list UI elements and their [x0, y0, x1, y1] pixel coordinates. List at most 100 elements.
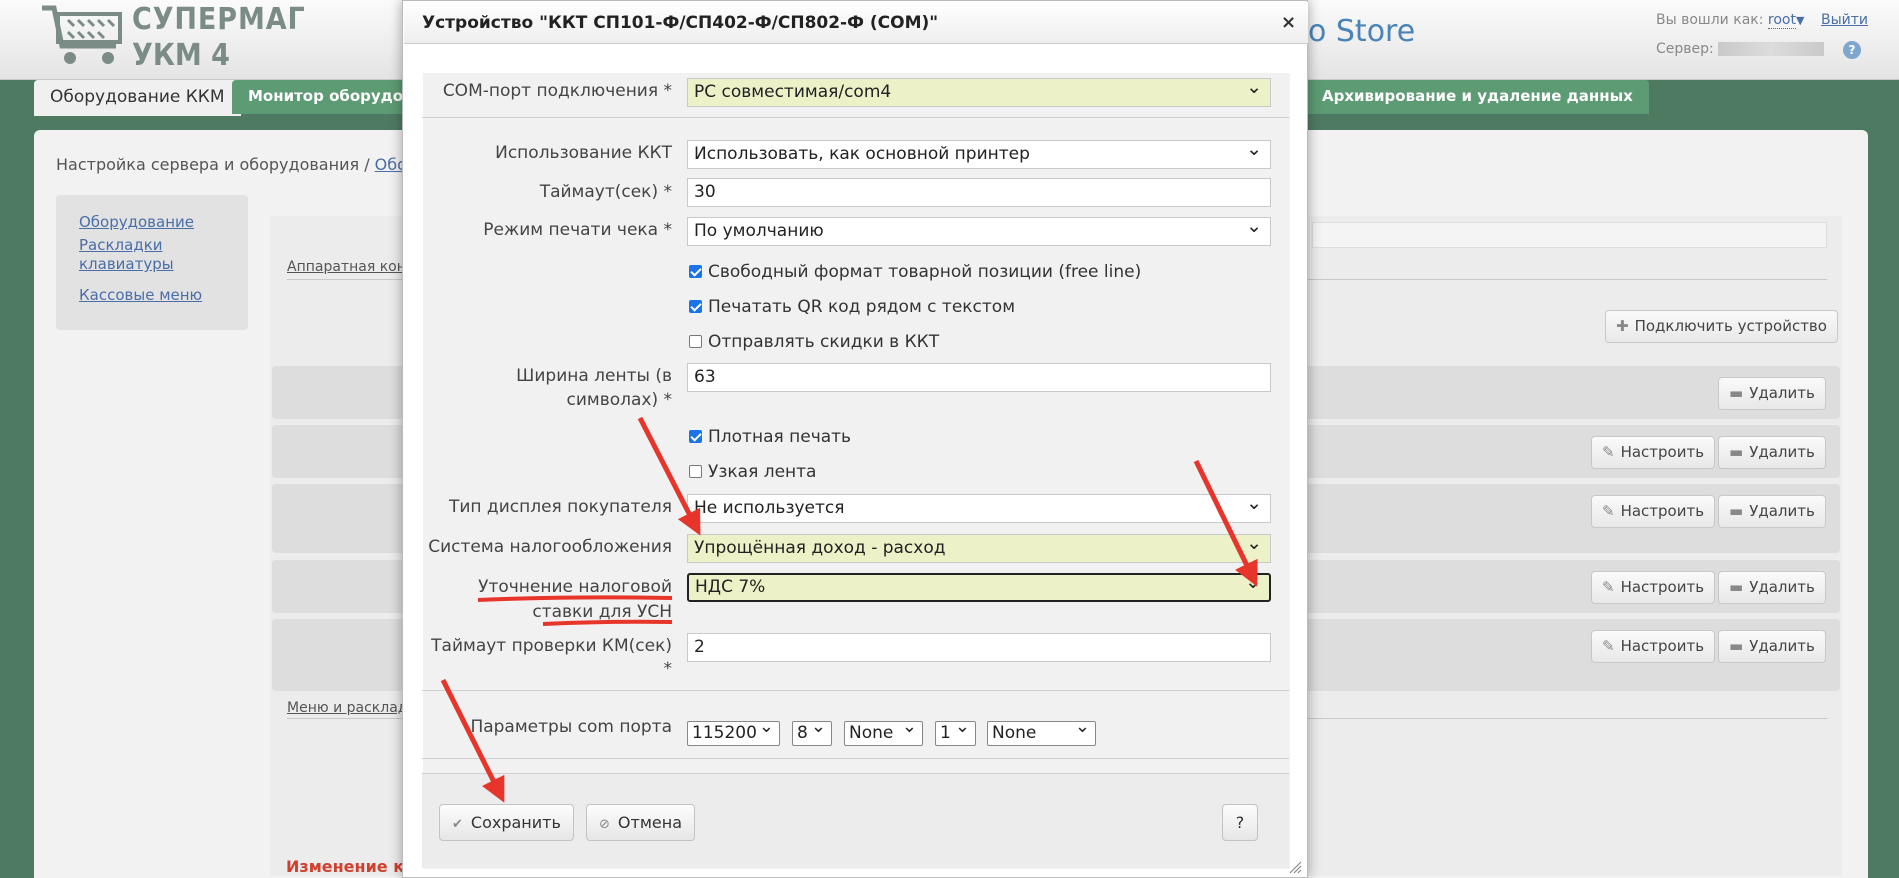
narrow-tape-label: Узкая лента: [708, 462, 817, 482]
tab-archive[interactable]: Архивирование и удаление данных: [1306, 80, 1649, 114]
km-timeout-input[interactable]: 2: [687, 633, 1271, 662]
section-hardware-config[interactable]: Аппаратная конф: [287, 259, 418, 275]
check-icon[interactable]: [689, 265, 702, 278]
delete-label: Удалить: [1749, 578, 1815, 596]
delete-button[interactable]: ▬ Удалить: [1718, 436, 1826, 469]
com-port-select[interactable]: PC совместимая/com4: [687, 74, 1271, 107]
cart-logo-icon: [42, 5, 122, 64]
tape-width-input[interactable]: 63: [687, 363, 1271, 392]
resize-grip-icon[interactable]: [1288, 860, 1302, 874]
pencil-icon: ✎: [1602, 578, 1615, 596]
configure-button[interactable]: ✎ Настроить: [1591, 571, 1716, 604]
side-menu-equipment[interactable]: Оборудование: [79, 213, 248, 232]
display-type-label: Тип дисплея покупателя: [448, 497, 672, 517]
form-labels: COM-порт подключения * Использование ККТ…: [420, 0, 672, 878]
check-icon[interactable]: [689, 430, 702, 443]
tab-kkm-equipment[interactable]: Оборудование ККМ: [34, 80, 241, 116]
timeout-label: Таймаут(сек) *: [539, 182, 672, 202]
usage-label: Использование ККТ: [495, 143, 672, 163]
configure-button[interactable]: ✎ Настроить: [1591, 630, 1716, 663]
display-type-select[interactable]: Не используется: [687, 490, 1271, 523]
pencil-icon: ✎: [1602, 637, 1615, 655]
store-title: o Store: [1308, 14, 1416, 49]
close-icon[interactable]: ×: [1281, 12, 1296, 33]
delete-label: Удалить: [1749, 637, 1815, 655]
side-menu-cash-menus[interactable]: Кассовые меню: [79, 286, 248, 305]
delete-button[interactable]: ▬ Удалить: [1718, 495, 1826, 528]
tax-rate-select[interactable]: НДС 7%: [687, 570, 1271, 602]
cancel-icon: ⊘: [599, 817, 610, 832]
delete-label: Удалить: [1749, 443, 1815, 461]
tax-system-label: Система налогообложения: [428, 537, 672, 557]
checkbox-empty[interactable]: [689, 465, 702, 478]
save-label: Сохранить: [470, 813, 561, 832]
pencil-icon: ✎: [1602, 443, 1615, 461]
dense-print-checkbox[interactable]: Плотная печать: [689, 427, 851, 447]
tax-rate-label-cont: ставки для УСН: [532, 602, 672, 622]
minus-icon: ▬: [1729, 578, 1744, 596]
cancel-button[interactable]: ⊘ Отмена: [586, 804, 695, 841]
minus-icon: ▬: [1729, 637, 1744, 655]
send-discounts-label: Отправлять скидки в ККТ: [708, 332, 940, 352]
kkt-usage-select[interactable]: Использовать, как основной принтер: [687, 136, 1271, 169]
configure-label: Настроить: [1620, 578, 1705, 596]
print-qr-label: Печатать QR код рядом с текстом: [708, 297, 1016, 317]
add-device-button[interactable]: ✚ Подключить устройство: [1605, 310, 1838, 343]
configure-button[interactable]: ✎ Настроить: [1591, 495, 1716, 528]
configure-label: Настроить: [1620, 443, 1705, 461]
minus-icon: ▬: [1729, 384, 1744, 402]
send-discounts-checkbox[interactable]: Отправлять скидки в ККТ: [689, 332, 939, 352]
side-menu-keyboard-layouts[interactable]: Раскладки клавиатуры: [79, 236, 179, 274]
delete-label: Удалить: [1749, 502, 1815, 520]
km-timeout-label-cont: *: [663, 659, 673, 679]
com-params-label: Параметры com порта: [470, 717, 672, 737]
check-icon: ✔: [452, 817, 463, 832]
cancel-label: Отмена: [617, 813, 682, 832]
app-logo[interactable]: СУПЕРМАГ УКМ 4: [40, 2, 305, 73]
baud-rate-select[interactable]: 115200: [687, 715, 780, 746]
logout-link[interactable]: Выйти: [1821, 12, 1868, 28]
configure-button[interactable]: ✎ Настроить: [1591, 436, 1716, 469]
tax-system-select[interactable]: Упрощённая доход - расход: [687, 530, 1271, 563]
server-label: Сервер:: [1656, 41, 1714, 57]
pencil-icon: ✎: [1602, 502, 1615, 520]
breadcrumb: Настройка сервера и оборудования / Обору…: [56, 155, 438, 174]
user-menu[interactable]: root: [1767, 12, 1796, 29]
filter-input[interactable]: [1312, 222, 1827, 248]
delete-label: Удалить: [1749, 384, 1815, 402]
free-line-checkbox[interactable]: Свободный формат товарной позиции (free …: [689, 262, 1141, 282]
login-info: Вы вошли как: root▼: [1656, 12, 1804, 29]
minus-icon: ▬: [1729, 502, 1744, 520]
delete-button[interactable]: ▬ Удалить: [1718, 630, 1826, 663]
configure-label: Настроить: [1620, 502, 1705, 520]
delete-button[interactable]: ▬ Удалить: [1718, 571, 1826, 604]
login-label: Вы вошли как:: [1656, 12, 1764, 28]
stop-bits-select[interactable]: 1: [935, 715, 976, 746]
configure-label: Настроить: [1620, 637, 1705, 655]
com-port-label: COM-порт подключения *: [442, 81, 672, 101]
tape-width-label: Ширина ленты (в: [516, 366, 672, 386]
check-icon[interactable]: [689, 300, 702, 313]
print-mode-select[interactable]: По умолчанию: [687, 213, 1271, 246]
server-info: Сервер:: [1656, 41, 1824, 57]
help-icon[interactable]: ?: [1843, 41, 1861, 59]
narrow-tape-checkbox[interactable]: Узкая лента: [689, 462, 816, 482]
logo-subtitle: УКМ 4: [132, 38, 230, 73]
chevron-down-icon[interactable]: ▼: [1796, 14, 1804, 27]
plus-icon: ✚: [1616, 317, 1629, 335]
dense-print-label: Плотная печать: [708, 427, 852, 447]
checkbox-empty[interactable]: [689, 335, 702, 348]
print-qr-checkbox[interactable]: Печатать QR код рядом с текстом: [689, 297, 1015, 317]
delete-button[interactable]: ▬ Удалить: [1718, 377, 1826, 410]
tape-width-label-cont: символах) *: [566, 390, 672, 410]
data-bits-select[interactable]: 8: [792, 715, 832, 746]
add-device-label: Подключить устройство: [1634, 317, 1827, 335]
server-name-redacted: [1717, 42, 1824, 56]
minus-icon: ▬: [1729, 443, 1744, 461]
help-button[interactable]: ?: [1222, 804, 1258, 841]
flow-control-select[interactable]: None: [987, 715, 1096, 746]
save-button[interactable]: ✔ Сохранить: [439, 804, 574, 841]
section-menus-layouts[interactable]: Меню и расклад: [287, 700, 407, 716]
timeout-input[interactable]: 30: [687, 178, 1271, 207]
parity-select[interactable]: None: [844, 715, 923, 746]
